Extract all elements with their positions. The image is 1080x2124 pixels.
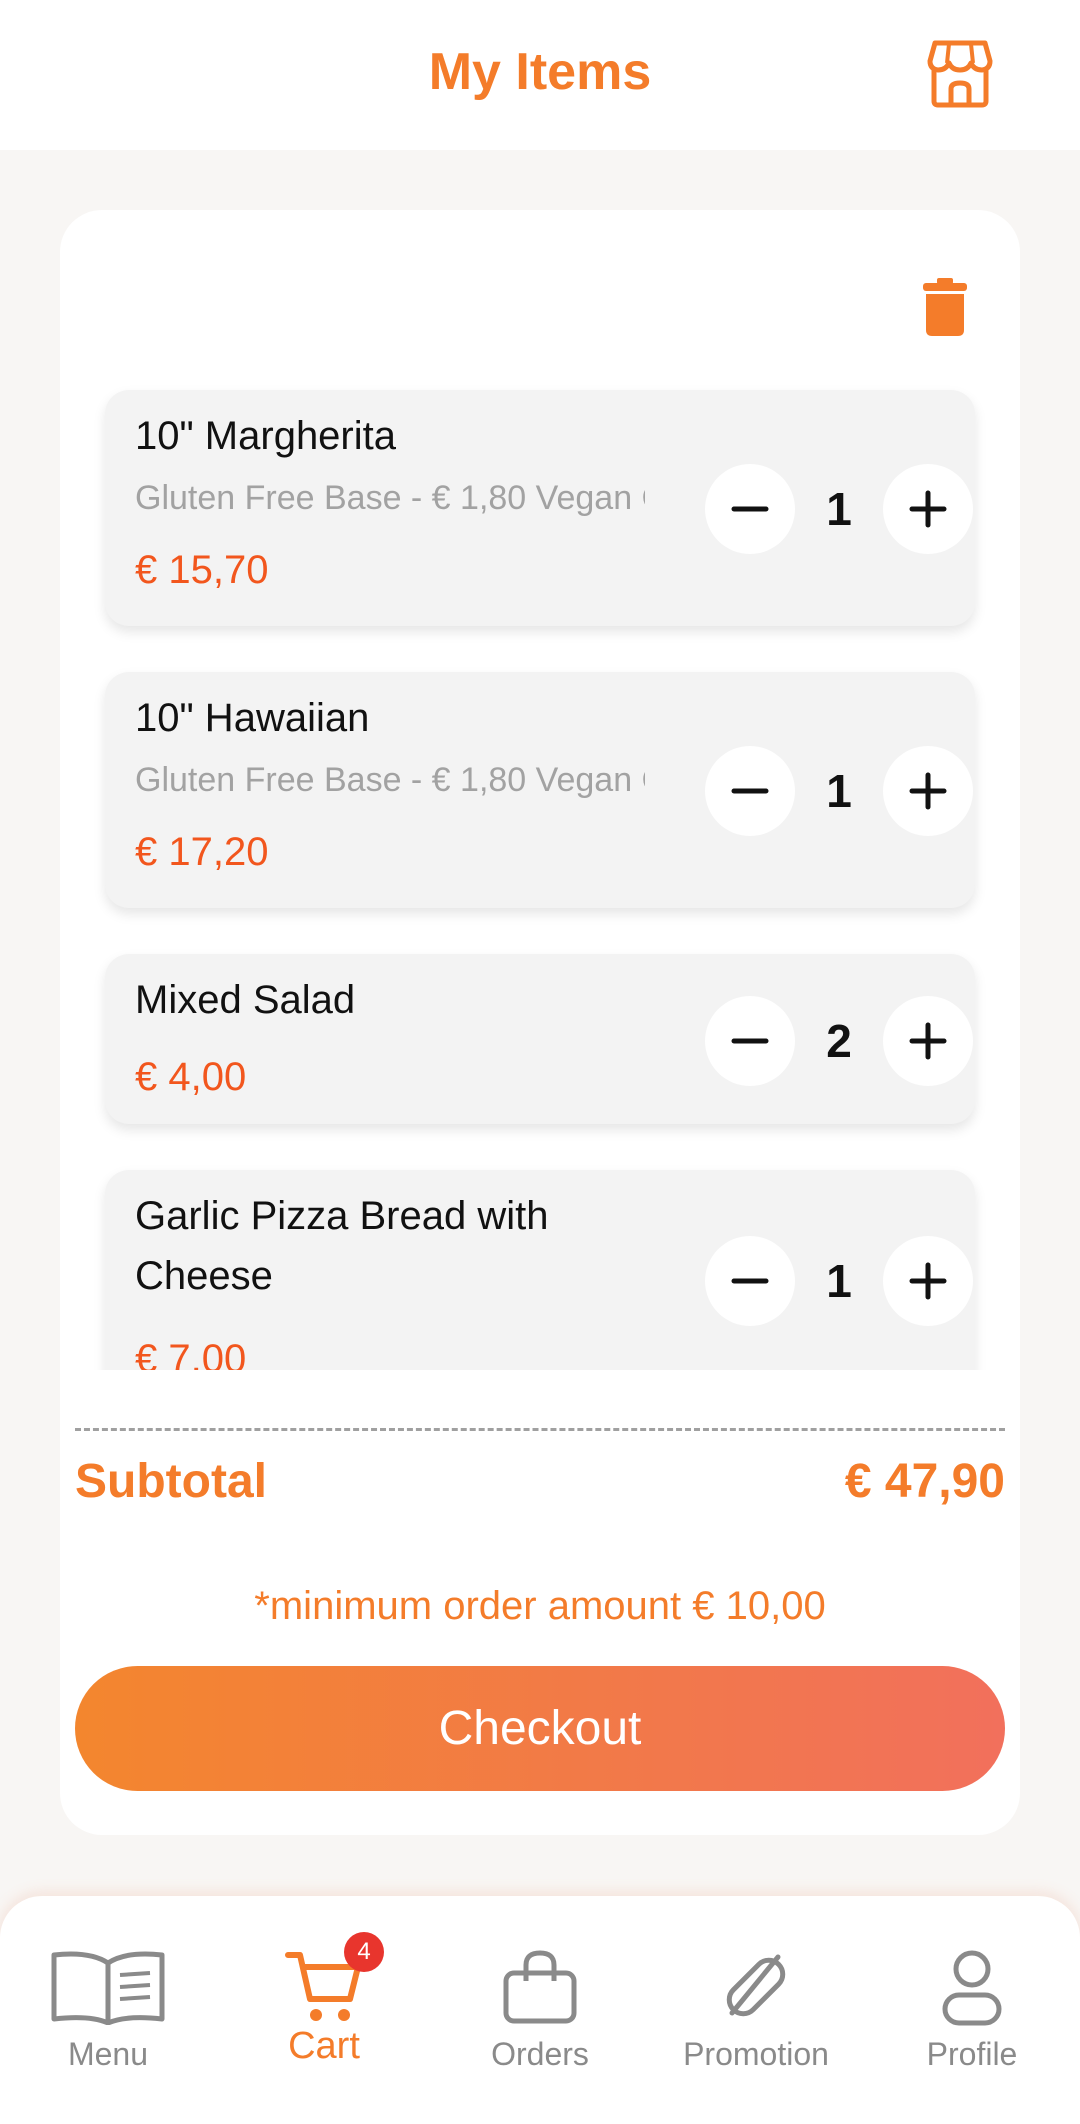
minus-icon bbox=[731, 1278, 769, 1284]
quantity-stepper: 1 bbox=[705, 746, 973, 836]
store-icon bbox=[927, 40, 993, 108]
nav-item-menu[interactable]: Menu bbox=[0, 1896, 216, 2124]
decrease-quantity-button[interactable] bbox=[705, 1236, 795, 1326]
plus-icon bbox=[909, 490, 947, 528]
plus-icon bbox=[909, 1262, 947, 1300]
nav-label: Menu bbox=[67, 2036, 149, 2072]
bottom-nav: Menu 4 Cart Orders Promotion Profile bbox=[0, 1896, 1080, 2124]
nav-label: Promotion bbox=[683, 2036, 829, 2072]
quantity-value: 2 bbox=[826, 1015, 852, 1067]
checkout-button[interactable]: Checkout bbox=[75, 1666, 1005, 1791]
cart-item: 10" Hawaiian Gluten Free Base - € 1,80 V… bbox=[105, 672, 975, 908]
book-icon bbox=[51, 1951, 165, 2025]
item-price: € 17,20 bbox=[135, 830, 269, 874]
nav-item-promotion[interactable]: Promotion bbox=[648, 1896, 864, 2124]
header-bar: My Items bbox=[0, 0, 1080, 150]
page-title: My Items bbox=[428, 43, 652, 101]
minus-icon bbox=[731, 506, 769, 512]
nav-label: Orders bbox=[491, 2036, 589, 2072]
nav-item-profile[interactable]: Profile bbox=[864, 1896, 1080, 2124]
cart-item: 10" Margherita Gluten Free Base - € 1,80… bbox=[105, 390, 975, 626]
item-price: € 15,70 bbox=[135, 548, 269, 592]
profile-icon bbox=[942, 1950, 1002, 2026]
bag-icon bbox=[503, 1950, 577, 2024]
quantity-value: 1 bbox=[826, 765, 852, 817]
item-modifiers: Gluten Free Base - € 1,80 Vegan Cheese -… bbox=[135, 761, 645, 799]
plus-icon bbox=[909, 772, 947, 810]
item-name: Mixed Salad bbox=[135, 978, 356, 1022]
item-modifiers: Gluten Free Base - € 1,80 Vegan Cheese -… bbox=[135, 479, 645, 517]
divider bbox=[75, 1428, 1005, 1431]
quantity-value: 1 bbox=[826, 483, 852, 535]
subtotal-label: Subtotal bbox=[75, 1455, 267, 1508]
quantity-stepper: 1 bbox=[705, 464, 973, 554]
quantity-stepper: 1 bbox=[705, 1236, 973, 1326]
plus-icon bbox=[909, 1022, 947, 1060]
increase-quantity-button[interactable] bbox=[883, 464, 973, 554]
clear-cart-button[interactable] bbox=[900, 262, 990, 352]
increase-quantity-button[interactable] bbox=[883, 1236, 973, 1326]
trash-icon bbox=[923, 278, 967, 336]
item-name: 10" Margherita bbox=[135, 414, 396, 458]
nav-item-orders[interactable]: Orders bbox=[432, 1896, 648, 2124]
cart-item: Garlic Pizza Bread with Cheese € 7,00 1 bbox=[105, 1170, 975, 1370]
increase-quantity-button[interactable] bbox=[883, 996, 973, 1086]
subtotal-value: € 47,90 bbox=[844, 1455, 1005, 1508]
decrease-quantity-button[interactable] bbox=[705, 746, 795, 836]
promotion-icon bbox=[726, 1954, 786, 2017]
cart-item: Mixed Salad € 4,00 2 bbox=[105, 954, 975, 1124]
quantity-value: 1 bbox=[826, 1255, 852, 1307]
nav-item-cart[interactable]: 4 Cart bbox=[216, 1896, 432, 2124]
item-name: 10" Hawaiian bbox=[135, 696, 370, 740]
cart-item-list[interactable]: 10" Margherita Gluten Free Base - € 1,80… bbox=[60, 380, 1020, 1370]
minimum-order-notice: *minimum order amount € 10,00 bbox=[254, 1584, 826, 1628]
minus-icon bbox=[731, 788, 769, 794]
minus-icon bbox=[731, 1038, 769, 1044]
cart-count-badge: 4 bbox=[344, 1932, 384, 1972]
store-button[interactable] bbox=[922, 36, 998, 112]
increase-quantity-button[interactable] bbox=[883, 746, 973, 836]
nav-label: Cart bbox=[288, 2025, 360, 2067]
decrease-quantity-button[interactable] bbox=[705, 464, 795, 554]
quantity-stepper: 2 bbox=[705, 996, 973, 1086]
item-price: € 4,00 bbox=[135, 1055, 247, 1099]
item-price: € 7,00 bbox=[135, 1337, 247, 1370]
nav-label: Profile bbox=[926, 2036, 1018, 2072]
item-name: Garlic Pizza Bread with Cheese bbox=[135, 1194, 549, 1298]
decrease-quantity-button[interactable] bbox=[705, 996, 795, 1086]
